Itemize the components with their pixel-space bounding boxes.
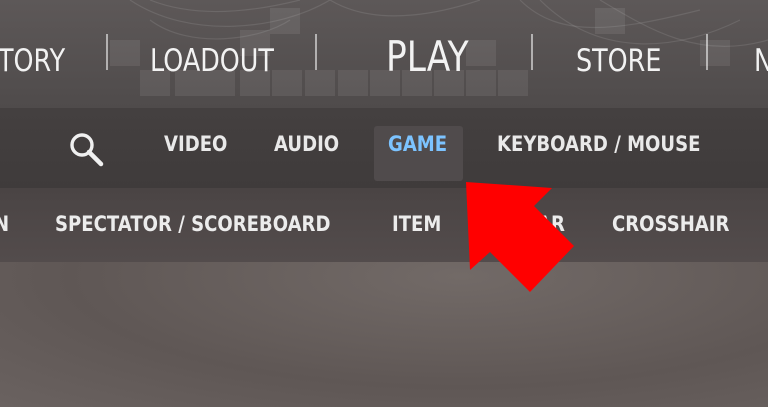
tab-audio[interactable]: AUDIO: [274, 126, 339, 162]
decor-tile: [110, 40, 140, 66]
settings-tabs: VIDEO AUDIO GAME KEYBOARD / MOUSE: [0, 108, 768, 188]
decor-tile: [700, 40, 730, 66]
game-sub-tabs: N SPECTATOR / SCOREBOARD ITEM AR CROSSHA…: [0, 188, 768, 262]
nav-item-inventory[interactable]: TORY: [0, 34, 65, 88]
nav-item-next[interactable]: N: [754, 34, 768, 88]
nav-separator: [106, 34, 108, 70]
decor-tile: [338, 70, 368, 96]
nav-separator: [315, 34, 317, 70]
tab-video[interactable]: VIDEO: [164, 126, 227, 162]
decor-tile: [272, 70, 302, 96]
settings-screen: TORY LOADOUT PLAY STORE N VIDEO AUDIO GA…: [0, 0, 768, 407]
decor-tile: [466, 70, 496, 96]
top-nav: TORY LOADOUT PLAY STORE N: [0, 0, 768, 108]
subtab-crosshair[interactable]: CROSSHAIR: [612, 206, 729, 242]
decor-tile: [305, 70, 335, 96]
decor-tile: [498, 70, 528, 96]
tab-keyboard-mouse[interactable]: KEYBOARD / MOUSE: [497, 126, 700, 162]
search-icon[interactable]: [67, 130, 107, 170]
nav-separator: [706, 34, 708, 70]
red-arrow-icon: [466, 182, 574, 292]
decor-tile: [270, 8, 300, 34]
nav-separator: [531, 34, 533, 70]
settings-content-area: [0, 262, 768, 407]
nav-item-loadout[interactable]: LOADOUT: [150, 34, 274, 88]
nav-item-play[interactable]: PLAY: [386, 30, 469, 84]
subtab-partial-left[interactable]: N: [0, 206, 9, 242]
nav-item-store[interactable]: STORE: [576, 34, 661, 88]
subtab-spectator-scoreboard[interactable]: SPECTATOR / SCOREBOARD: [55, 206, 330, 242]
decor-tile: [595, 8, 625, 34]
decor-tile: [466, 40, 496, 66]
subtab-item[interactable]: ITEM: [392, 206, 441, 242]
tab-game[interactable]: GAME: [388, 126, 447, 162]
